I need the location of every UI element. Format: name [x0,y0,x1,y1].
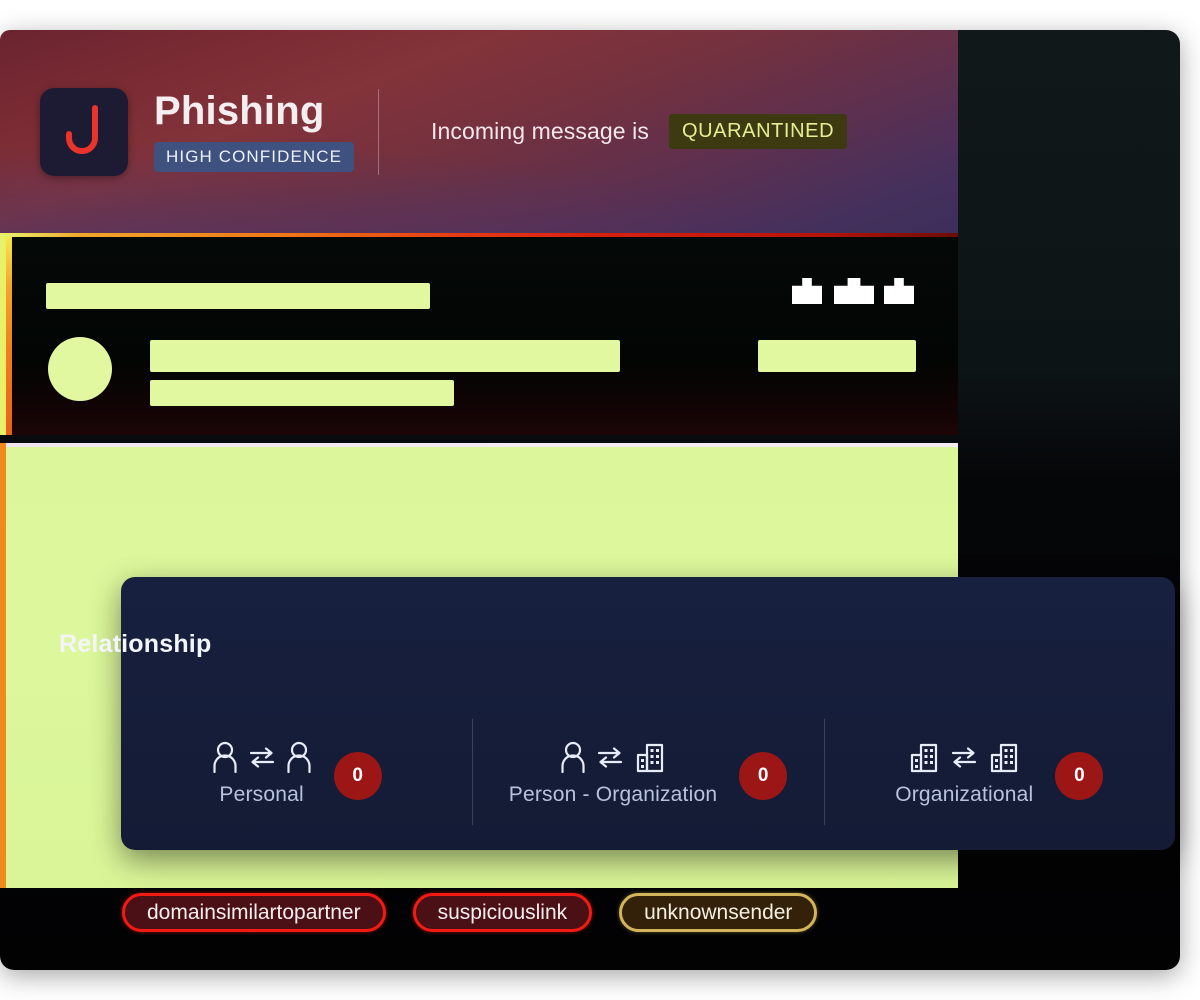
building-icon [634,741,666,773]
person-icon [212,741,238,773]
body-divider [6,443,958,447]
relationship-label: Person - Organization [508,783,718,806]
threat-header: Phishing HIGH CONFIDENCE Incoming messag… [0,30,958,233]
relationship-panel-title: Relationship [59,630,212,658]
brand-block: Phishing HIGH CONFIDENCE [0,87,378,176]
relationship-item-person-organization[interactable]: Person - Organization 0 [472,717,823,827]
message-subject-redacted [46,283,430,309]
person-icon [560,741,586,773]
relationship-row: Personal 0 Person - Organization 0 Organ… [121,717,1175,827]
building-icon [988,741,1020,773]
message-preview-card[interactable] [0,233,958,435]
relationship-item-organizational[interactable]: Organizational 0 [823,717,1175,827]
exchange-arrows-icon [951,746,977,768]
threat-tag[interactable]: unknownsender [619,893,818,932]
relationship-count-badge: 0 [739,752,788,800]
fishing-hook-icon [40,87,128,176]
message-sender-redacted [150,340,620,372]
relationship-panel: Personal 0 Person - Organization 0 Organ… [121,577,1175,850]
avatar [48,337,112,401]
message-meta-redacted [150,380,454,406]
status-text: Incoming message is [431,118,649,144]
threat-tag[interactable]: domainsimilartopartner [122,893,386,932]
message-timestamp-redacted [758,340,916,372]
building-icon [908,741,940,773]
status-block: Incoming message is QUARANTINED [379,114,848,149]
exchange-arrows-icon [597,746,623,768]
page-title: Phishing [154,89,325,133]
threat-tag-row: domainsimilartopartner suspiciouslink un… [122,893,818,932]
confidence-badge: HIGH CONFIDENCE [154,142,355,172]
threat-tag[interactable]: suspiciouslink [412,893,593,932]
relationship-item-personal[interactable]: Personal 0 [121,717,472,827]
exchange-arrows-icon [249,746,275,768]
severity-accent-bar [6,237,12,435]
relationship-label: Personal [219,783,304,806]
relationship-count-badge: 0 [333,752,382,800]
status-badge: QUARANTINED [668,114,848,149]
relationship-count-badge: 0 [1055,752,1104,800]
person-icon [286,741,312,773]
relationship-label: Organizational [895,783,1034,806]
